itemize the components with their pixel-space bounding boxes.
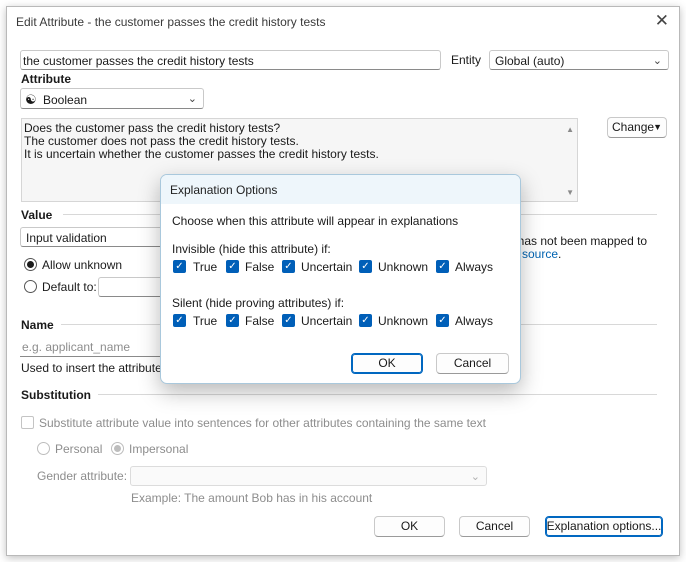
default-to-label: Default to: bbox=[42, 280, 97, 294]
invisible-false-checkbox[interactable]: ✓ bbox=[226, 260, 239, 273]
dialog-title: Explanation Options bbox=[170, 183, 278, 197]
dialog-title-bar: Explanation Options bbox=[161, 175, 520, 204]
value-heading: Value bbox=[21, 208, 53, 222]
explanation-options-dialog: Explanation Options Choose when this att… bbox=[160, 174, 521, 384]
substitute-checkbox[interactable] bbox=[21, 416, 34, 429]
chevron-down-icon: ⌄ bbox=[187, 93, 197, 105]
window-title: Edit Attribute - the customer passes the… bbox=[16, 15, 326, 29]
description-line: It is uncertain whether the customer pas… bbox=[24, 147, 379, 161]
invisible-true-checkbox[interactable]: ✓ bbox=[173, 260, 186, 273]
chevron-down-icon: ▼ bbox=[653, 122, 662, 132]
scroll-down-icon[interactable]: ▼ bbox=[566, 186, 574, 199]
attribute-text-input[interactable]: the customer passes the credit history t… bbox=[20, 50, 441, 70]
default-to-radio[interactable] bbox=[24, 280, 37, 293]
personal-label: Personal bbox=[55, 442, 103, 456]
silent-unknown-checkbox[interactable]: ✓ bbox=[359, 314, 372, 327]
source-link[interactable]: source bbox=[522, 247, 558, 261]
name-input[interactable]: e.g. applicant_name bbox=[20, 337, 170, 357]
explanation-options-button[interactable]: Explanation options... bbox=[545, 516, 663, 537]
value-validation-dropdown[interactable]: Input validation bbox=[20, 227, 170, 247]
option-label: True bbox=[193, 260, 218, 274]
option-label: Unknown bbox=[378, 260, 429, 274]
option-label: Uncertain bbox=[301, 260, 353, 274]
allow-unknown-label: Allow unknown bbox=[42, 258, 123, 272]
entity-dropdown[interactable]: Global (auto) ⌄ bbox=[489, 50, 669, 70]
option-label: True bbox=[193, 314, 218, 328]
name-heading: Name bbox=[21, 318, 54, 332]
invisible-label: Invisible (hide this attribute) if: bbox=[172, 242, 331, 256]
change-button[interactable]: Change ▼ bbox=[607, 117, 667, 138]
mapping-note-suffix: . bbox=[558, 247, 562, 261]
ok-button[interactable]: OK bbox=[374, 516, 445, 537]
silent-label: Silent (hide proving attributes) if: bbox=[172, 296, 345, 310]
substitute-checkbox-label: Substitute attribute value into sentence… bbox=[39, 416, 486, 430]
option-label: Always bbox=[455, 260, 494, 274]
option-label: False bbox=[245, 314, 275, 328]
silent-always-checkbox[interactable]: ✓ bbox=[436, 314, 449, 327]
attribute-heading: Attribute bbox=[21, 72, 71, 86]
impersonal-label: Impersonal bbox=[129, 442, 189, 456]
default-to-input[interactable] bbox=[98, 277, 168, 297]
title-bar: Edit Attribute - the customer passes the… bbox=[7, 7, 679, 37]
close-icon[interactable]: ✕ bbox=[655, 12, 669, 30]
substitution-heading: Substitution bbox=[21, 388, 91, 402]
option-label: Unknown bbox=[378, 314, 429, 328]
scroll-up-icon[interactable]: ▲ bbox=[566, 123, 574, 136]
mapping-note-line2: source. bbox=[522, 247, 561, 261]
attribute-type-value: Boolean bbox=[43, 93, 88, 107]
option-label: Always bbox=[455, 314, 494, 328]
allow-unknown-radio[interactable] bbox=[24, 258, 37, 271]
silent-false-checkbox[interactable]: ✓ bbox=[226, 314, 239, 327]
silent-uncertain-checkbox[interactable]: ✓ bbox=[282, 314, 295, 327]
boolean-type-icon: ☯ bbox=[25, 92, 37, 107]
personal-radio[interactable] bbox=[37, 442, 50, 455]
example-text: Example: The amount Bob has in his accou… bbox=[131, 491, 373, 505]
chevron-down-icon: ⌄ bbox=[470, 471, 480, 483]
entity-label: Entity bbox=[451, 53, 482, 67]
impersonal-radio[interactable] bbox=[111, 442, 124, 455]
value-validation-value: Input validation bbox=[26, 231, 107, 245]
dialog-cancel-button[interactable]: Cancel bbox=[436, 353, 509, 374]
option-label: False bbox=[245, 260, 275, 274]
dialog-intro-text: Choose when this attribute will appear i… bbox=[172, 214, 459, 228]
gender-attribute-label: Gender attribute: bbox=[37, 469, 128, 483]
change-button-label: Change bbox=[612, 120, 655, 134]
attribute-type-dropdown[interactable]: ☯ Boolean ⌄ bbox=[20, 88, 204, 109]
substitution-separator bbox=[98, 394, 657, 395]
gender-attribute-dropdown[interactable]: ⌄ bbox=[130, 466, 487, 486]
chevron-down-icon: ⌄ bbox=[652, 55, 662, 67]
cancel-button[interactable]: Cancel bbox=[459, 516, 530, 537]
option-label: Uncertain bbox=[301, 314, 353, 328]
dialog-ok-button[interactable]: OK bbox=[351, 353, 423, 374]
invisible-always-checkbox[interactable]: ✓ bbox=[436, 260, 449, 273]
mapping-note-text: t has not been mapped to bbox=[511, 234, 648, 248]
invisible-unknown-checkbox[interactable]: ✓ bbox=[359, 260, 372, 273]
silent-true-checkbox[interactable]: ✓ bbox=[173, 314, 186, 327]
invisible-uncertain-checkbox[interactable]: ✓ bbox=[282, 260, 295, 273]
entity-value: Global (auto) bbox=[495, 54, 565, 68]
